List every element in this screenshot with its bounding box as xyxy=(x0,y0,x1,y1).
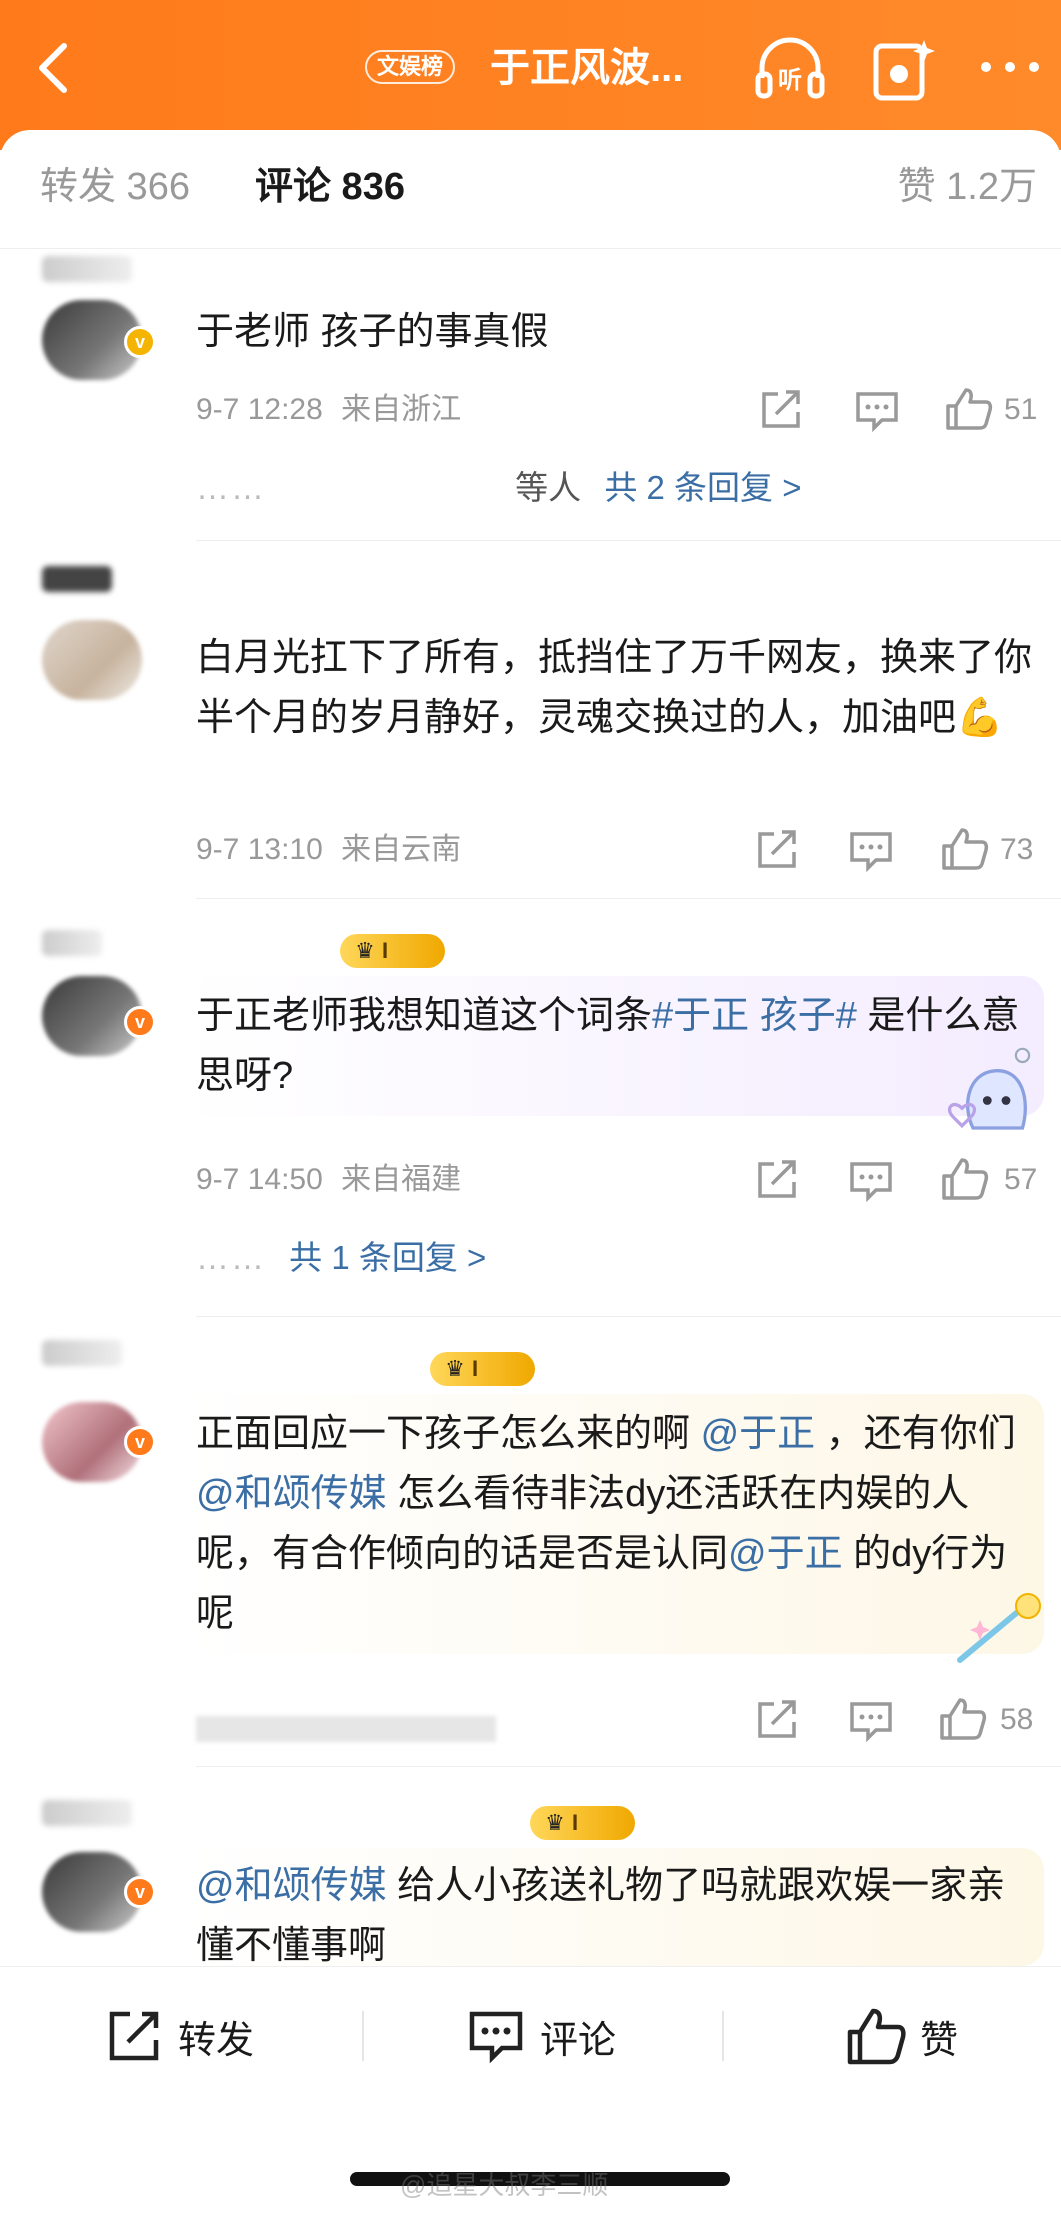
comment-time: 9-7 14:50 xyxy=(196,1163,323,1196)
page-title: 于正风波... xyxy=(490,46,684,90)
comment-meta: 9-7 14:50 来自福建 xyxy=(196,1160,461,1200)
sparkle-wand-sticker-icon xyxy=(957,1593,1041,1663)
divider xyxy=(196,1316,1061,1317)
view-replies-link[interactable]: 共 1 条回复 > xyxy=(289,1239,486,1276)
like-count: 57 xyxy=(1004,1163,1038,1196)
share-icon[interactable] xyxy=(752,828,802,872)
level-badge: ♛ I xyxy=(340,934,445,968)
verified-badge-icon: v xyxy=(124,1426,156,1458)
replies-row: …… 共 1 条回复 > xyxy=(196,1238,486,1278)
comment-location: 来自浙江 xyxy=(341,393,462,426)
level-badge: ♛ I xyxy=(530,1806,635,1840)
username-blurred[interactable] xyxy=(42,256,132,282)
more-icon[interactable] xyxy=(978,52,1042,82)
comment-text: 于正老师我想知道这个词条#于正 孩子# 是什么意思呀? xyxy=(196,995,1020,1097)
divider xyxy=(722,2011,724,2061)
username-blurred[interactable] xyxy=(42,1800,132,1826)
verified-badge-icon: v xyxy=(124,1006,156,1038)
like-count: 58 xyxy=(1000,1703,1034,1736)
comment-text: 正面回应一下孩子怎么来的啊 @于正 ，还有你们@和颂传媒 怎么看待非法dy还活跃… xyxy=(196,1413,1016,1635)
like-button[interactable]: 赞 xyxy=(846,2001,958,2071)
tab-bar: 转发 366 评论 836 赞 1.2万 xyxy=(0,130,1061,250)
divider xyxy=(196,898,1061,899)
comment-icon[interactable] xyxy=(846,1698,896,1742)
comment-location: 来自云南 xyxy=(341,833,462,866)
comment-text: @和颂传媒 给人小孩送礼物了吗就跟欢娱一家亲懂不懂事啊 xyxy=(196,1865,1006,1966)
crown-icon: ♛ xyxy=(355,938,375,963)
meta-blurred xyxy=(196,1716,496,1742)
level-badge: ♛ I xyxy=(430,1352,535,1386)
top-bar: 文娱榜 于正风波... 听 xyxy=(0,0,1061,150)
watermark-text: @追星大叔李三顺 xyxy=(400,2170,609,2200)
avatar[interactable] xyxy=(42,620,142,700)
comment-label: 评论 xyxy=(540,2019,617,2062)
like-count: 73 xyxy=(1000,833,1034,866)
share-icon[interactable] xyxy=(752,1158,802,1202)
thumbs-up-icon[interactable] xyxy=(938,1696,988,1740)
topic-link[interactable]: #于正 孩子# xyxy=(652,995,857,1037)
verified-badge-icon: v xyxy=(124,326,156,358)
comment-time: 9-7 13:10 xyxy=(196,833,323,866)
chevron-left-icon[interactable] xyxy=(30,38,80,98)
thumbs-up-icon xyxy=(847,2008,906,2065)
comment-meta: 9-7 12:28 来自浙江 xyxy=(196,390,461,430)
username-blurred[interactable] xyxy=(42,1340,122,1366)
red-packet-icon[interactable] xyxy=(868,34,938,104)
comment-icon[interactable] xyxy=(852,388,902,432)
comment-icon[interactable] xyxy=(846,1158,896,1202)
comment-text: 白月光扛下了所有，抵挡住了万千网友，换来了你半个月的岁月静好，灵魂交换过的人，加… xyxy=(196,637,1033,739)
category-pill[interactable]: 文娱榜 xyxy=(365,50,456,84)
thumbs-up-icon[interactable] xyxy=(944,386,994,430)
comment-meta: 9-7 13:10 来自云南 xyxy=(196,830,461,870)
replies-row: …… 等人 共 2 条回复 > xyxy=(196,468,801,508)
comment-icon xyxy=(469,2011,523,2064)
divider xyxy=(0,248,1061,249)
ghost-sticker-icon xyxy=(947,1047,1031,1130)
reply-who: 等人 xyxy=(515,469,582,506)
repost-label: 转发 xyxy=(178,2019,255,2062)
divider xyxy=(196,540,1061,541)
like-label: 赞 xyxy=(920,2019,959,2062)
thumbs-up-icon[interactable] xyxy=(940,826,990,870)
tab-repost[interactable]: 转发 366 xyxy=(40,162,190,212)
comment-time: 9-7 12:28 xyxy=(196,393,323,426)
mention-link[interactable]: @和颂传媒 xyxy=(196,1473,387,1515)
share-icon[interactable] xyxy=(752,1698,802,1742)
like-count: 51 xyxy=(1004,393,1038,426)
listen-label: 听 xyxy=(778,66,802,94)
comment-button[interactable]: 评论 xyxy=(466,2001,616,2071)
headphones-icon[interactable]: 听 xyxy=(752,34,828,102)
divider xyxy=(362,2011,364,2061)
repost-button[interactable]: 转发 xyxy=(104,2001,254,2071)
share-icon xyxy=(109,2011,159,2061)
view-replies-link[interactable]: 共 2 条回复 > xyxy=(604,469,801,506)
comment-text: 于老师 孩子的事真假 xyxy=(196,311,549,353)
divider xyxy=(196,1766,1061,1767)
mention-link[interactable]: @于正 xyxy=(701,1413,816,1455)
username-blurred[interactable] xyxy=(42,566,112,592)
thumbs-up-icon[interactable] xyxy=(940,1156,990,1200)
username-blurred[interactable] xyxy=(42,930,102,956)
share-icon[interactable] xyxy=(756,388,806,432)
crown-icon: ♛ xyxy=(545,1810,565,1835)
mention-link[interactable]: @于正 xyxy=(728,1533,843,1575)
crown-icon: ♛ xyxy=(445,1356,465,1381)
mention-link[interactable]: @和颂传媒 xyxy=(196,1865,387,1907)
comment-location: 来自福建 xyxy=(341,1163,462,1196)
comment-icon[interactable] xyxy=(846,828,896,872)
reply-preview-blurred: …… xyxy=(196,1239,266,1276)
verified-badge-icon: v xyxy=(124,1876,156,1908)
reply-preview-blurred: …… xyxy=(196,469,266,506)
tab-likes[interactable]: 赞 1.2万 xyxy=(898,162,1037,212)
